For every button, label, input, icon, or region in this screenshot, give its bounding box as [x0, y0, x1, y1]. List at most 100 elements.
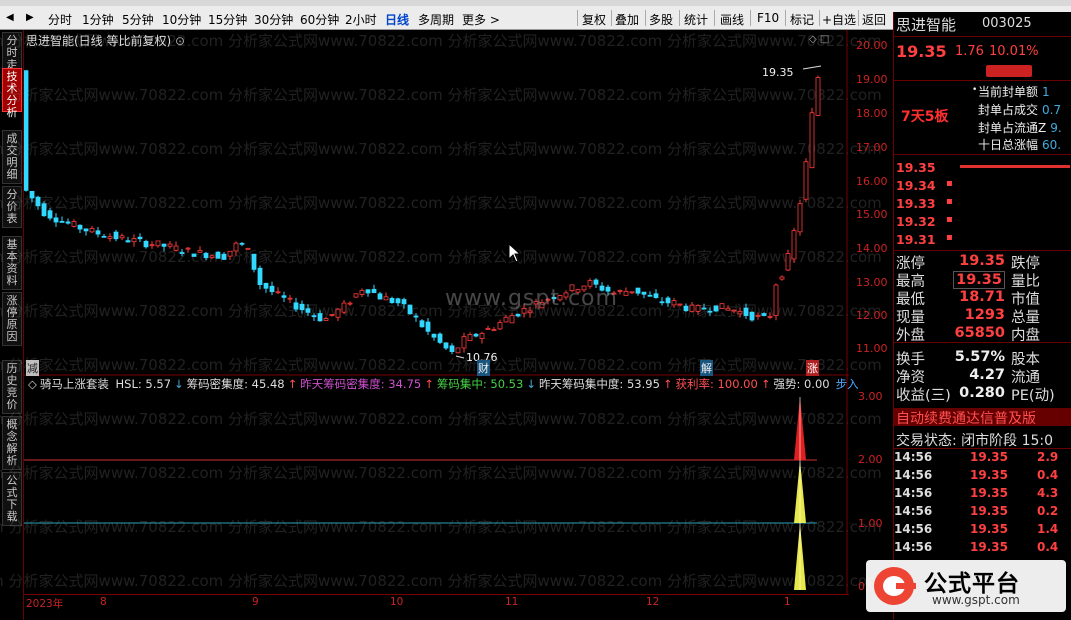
- marker-cai[interactable]: 财: [477, 360, 490, 376]
- period-15min[interactable]: 15分钟: [208, 11, 247, 28]
- period-2hour[interactable]: 2小时: [345, 11, 377, 28]
- indicator-item: 步入: [835, 377, 859, 391]
- indicator-item: 筹码集中: 50.53 ↓: [436, 377, 536, 391]
- candle-body: [95, 230, 101, 235]
- candle-body: [461, 336, 467, 349]
- tab-auction[interactable]: 历史 竞价: [2, 360, 22, 414]
- candle-body: [233, 242, 239, 252]
- expand-button[interactable]: [986, 65, 1032, 77]
- chart-title: 思进智能(日线 等比前复权) ⊙: [26, 34, 186, 48]
- candle-body: [317, 313, 323, 322]
- kline-chart[interactable]: [24, 30, 849, 595]
- candle-body: [479, 332, 485, 339]
- order-level: 19.33 ▪: [896, 196, 953, 211]
- back-button[interactable]: 返回: [862, 11, 886, 28]
- candle-body: [29, 190, 35, 199]
- tab-trades[interactable]: 成交 明细: [2, 130, 22, 184]
- overlay-button[interactable]: 叠加: [615, 11, 639, 28]
- settings-icon[interactable]: ◇ □: [809, 34, 829, 45]
- tick-row: 14:56 19.35 0.2: [894, 504, 1059, 518]
- indicator-item: 强势: 0.00: [773, 377, 830, 391]
- stats-button[interactable]: 统计: [684, 11, 708, 28]
- candle-body: [59, 220, 65, 223]
- draw-line-button[interactable]: 画线: [720, 11, 744, 28]
- collapse-icon[interactable]: ⊙: [175, 34, 185, 48]
- indicator-item: 获利率: 100.00 ↑: [675, 377, 771, 391]
- candle-body: [437, 333, 443, 343]
- trade-status: 交易状态: 闭市阶段 15:0: [896, 433, 1054, 449]
- period-5min[interactable]: 5分钟: [122, 11, 154, 28]
- candle-body: [683, 305, 689, 312]
- subscription-banner[interactable]: 自动续费通达信普及版: [894, 408, 1071, 427]
- logo-icon: [874, 567, 916, 605]
- tab-formula-download[interactable]: 公式 下载: [2, 472, 22, 526]
- fuquan-button[interactable]: 复权: [582, 11, 606, 28]
- add-watchlist-button[interactable]: +自选: [822, 11, 856, 28]
- candle-body: [335, 308, 341, 318]
- candle-body: [245, 247, 251, 250]
- more-menu[interactable]: 更多 >: [462, 11, 500, 28]
- y-tick: 13.00: [856, 276, 888, 289]
- period-fenshi[interactable]: 分时: [48, 11, 72, 28]
- stock-name: 思进智能: [896, 16, 957, 34]
- period-daily[interactable]: 日线: [385, 11, 409, 28]
- y-tick: 14.00: [856, 242, 888, 255]
- tab-limit-reason[interactable]: 涨停 原因: [2, 292, 22, 346]
- candle-body: [389, 298, 395, 304]
- candle-body: [377, 293, 383, 300]
- indicator-item: 筹码密集度: 45.48 ↑: [186, 377, 298, 391]
- period-30min[interactable]: 30分钟: [254, 11, 293, 28]
- multi-stock-button[interactable]: 多股: [649, 11, 673, 28]
- candle-body: [167, 243, 173, 247]
- candle-body: [809, 112, 815, 169]
- stat-value: 65850: [954, 325, 1005, 341]
- candle-body: [371, 288, 377, 293]
- candle-body: [305, 308, 311, 313]
- mark-button[interactable]: 标记: [790, 11, 814, 28]
- candle-body: [221, 253, 227, 260]
- period-multi[interactable]: 多周期: [418, 11, 454, 28]
- tick-row: 14:56 19.35 0.4: [894, 468, 1059, 482]
- candle-body: [653, 293, 659, 298]
- candle-body: [815, 77, 821, 116]
- f10-button[interactable]: F10: [757, 11, 779, 25]
- tab-technical[interactable]: 技术 分析: [2, 68, 22, 119]
- indicator-toggle-icon[interactable]: ◇: [28, 377, 37, 391]
- indicator-name[interactable]: 骑马上涨套装: [40, 377, 109, 391]
- candle-body: [449, 345, 455, 353]
- candle-body: [83, 228, 89, 232]
- candle-body: [527, 310, 533, 314]
- tab-basic-info[interactable]: 基本 资料: [2, 236, 22, 290]
- tab-concept[interactable]: 概念 解析: [2, 416, 22, 470]
- price-change-pct: 10.01%: [989, 44, 1039, 59]
- indicator-header: ◇ 骑马上涨套装 HSL: 5.57 ↓ 筹码密集度: 45.48 ↑ 昨天筹码密集度: …: [28, 376, 868, 392]
- candle-body: [755, 314, 761, 317]
- candle-body: [779, 276, 785, 280]
- tab-price-table[interactable]: 分价 表: [2, 186, 22, 228]
- candle-body: [191, 253, 197, 257]
- date-tick: 11: [505, 596, 519, 608]
- back-icon[interactable]: ◀: [6, 12, 14, 23]
- forward-icon[interactable]: ▶: [26, 12, 34, 23]
- order-level: 19.32 ▪: [896, 214, 953, 229]
- candle-body: [773, 284, 779, 317]
- marker-zhang[interactable]: 涨: [806, 360, 819, 376]
- candle-body: [593, 279, 599, 285]
- candle-body: [473, 333, 479, 337]
- period-60min[interactable]: 60分钟: [300, 11, 339, 28]
- candle-body: [131, 238, 137, 243]
- period-10min[interactable]: 10分钟: [162, 11, 201, 28]
- candle-body: [425, 321, 431, 332]
- period-1min[interactable]: 1分钟: [82, 11, 114, 28]
- candle-body: [767, 315, 773, 318]
- high-label: 19.35: [762, 66, 794, 79]
- marker-jie[interactable]: 解: [700, 360, 713, 376]
- marker-jian[interactable]: 减: [26, 360, 39, 376]
- stat-label: PE(动): [1011, 388, 1055, 404]
- candle-body: [287, 297, 293, 300]
- bid-volume-bar: [960, 165, 1070, 168]
- candle-body: [743, 307, 749, 316]
- candle-body: [149, 244, 155, 247]
- candle-body: [323, 317, 329, 321]
- y-tick: 18.00: [856, 107, 888, 120]
